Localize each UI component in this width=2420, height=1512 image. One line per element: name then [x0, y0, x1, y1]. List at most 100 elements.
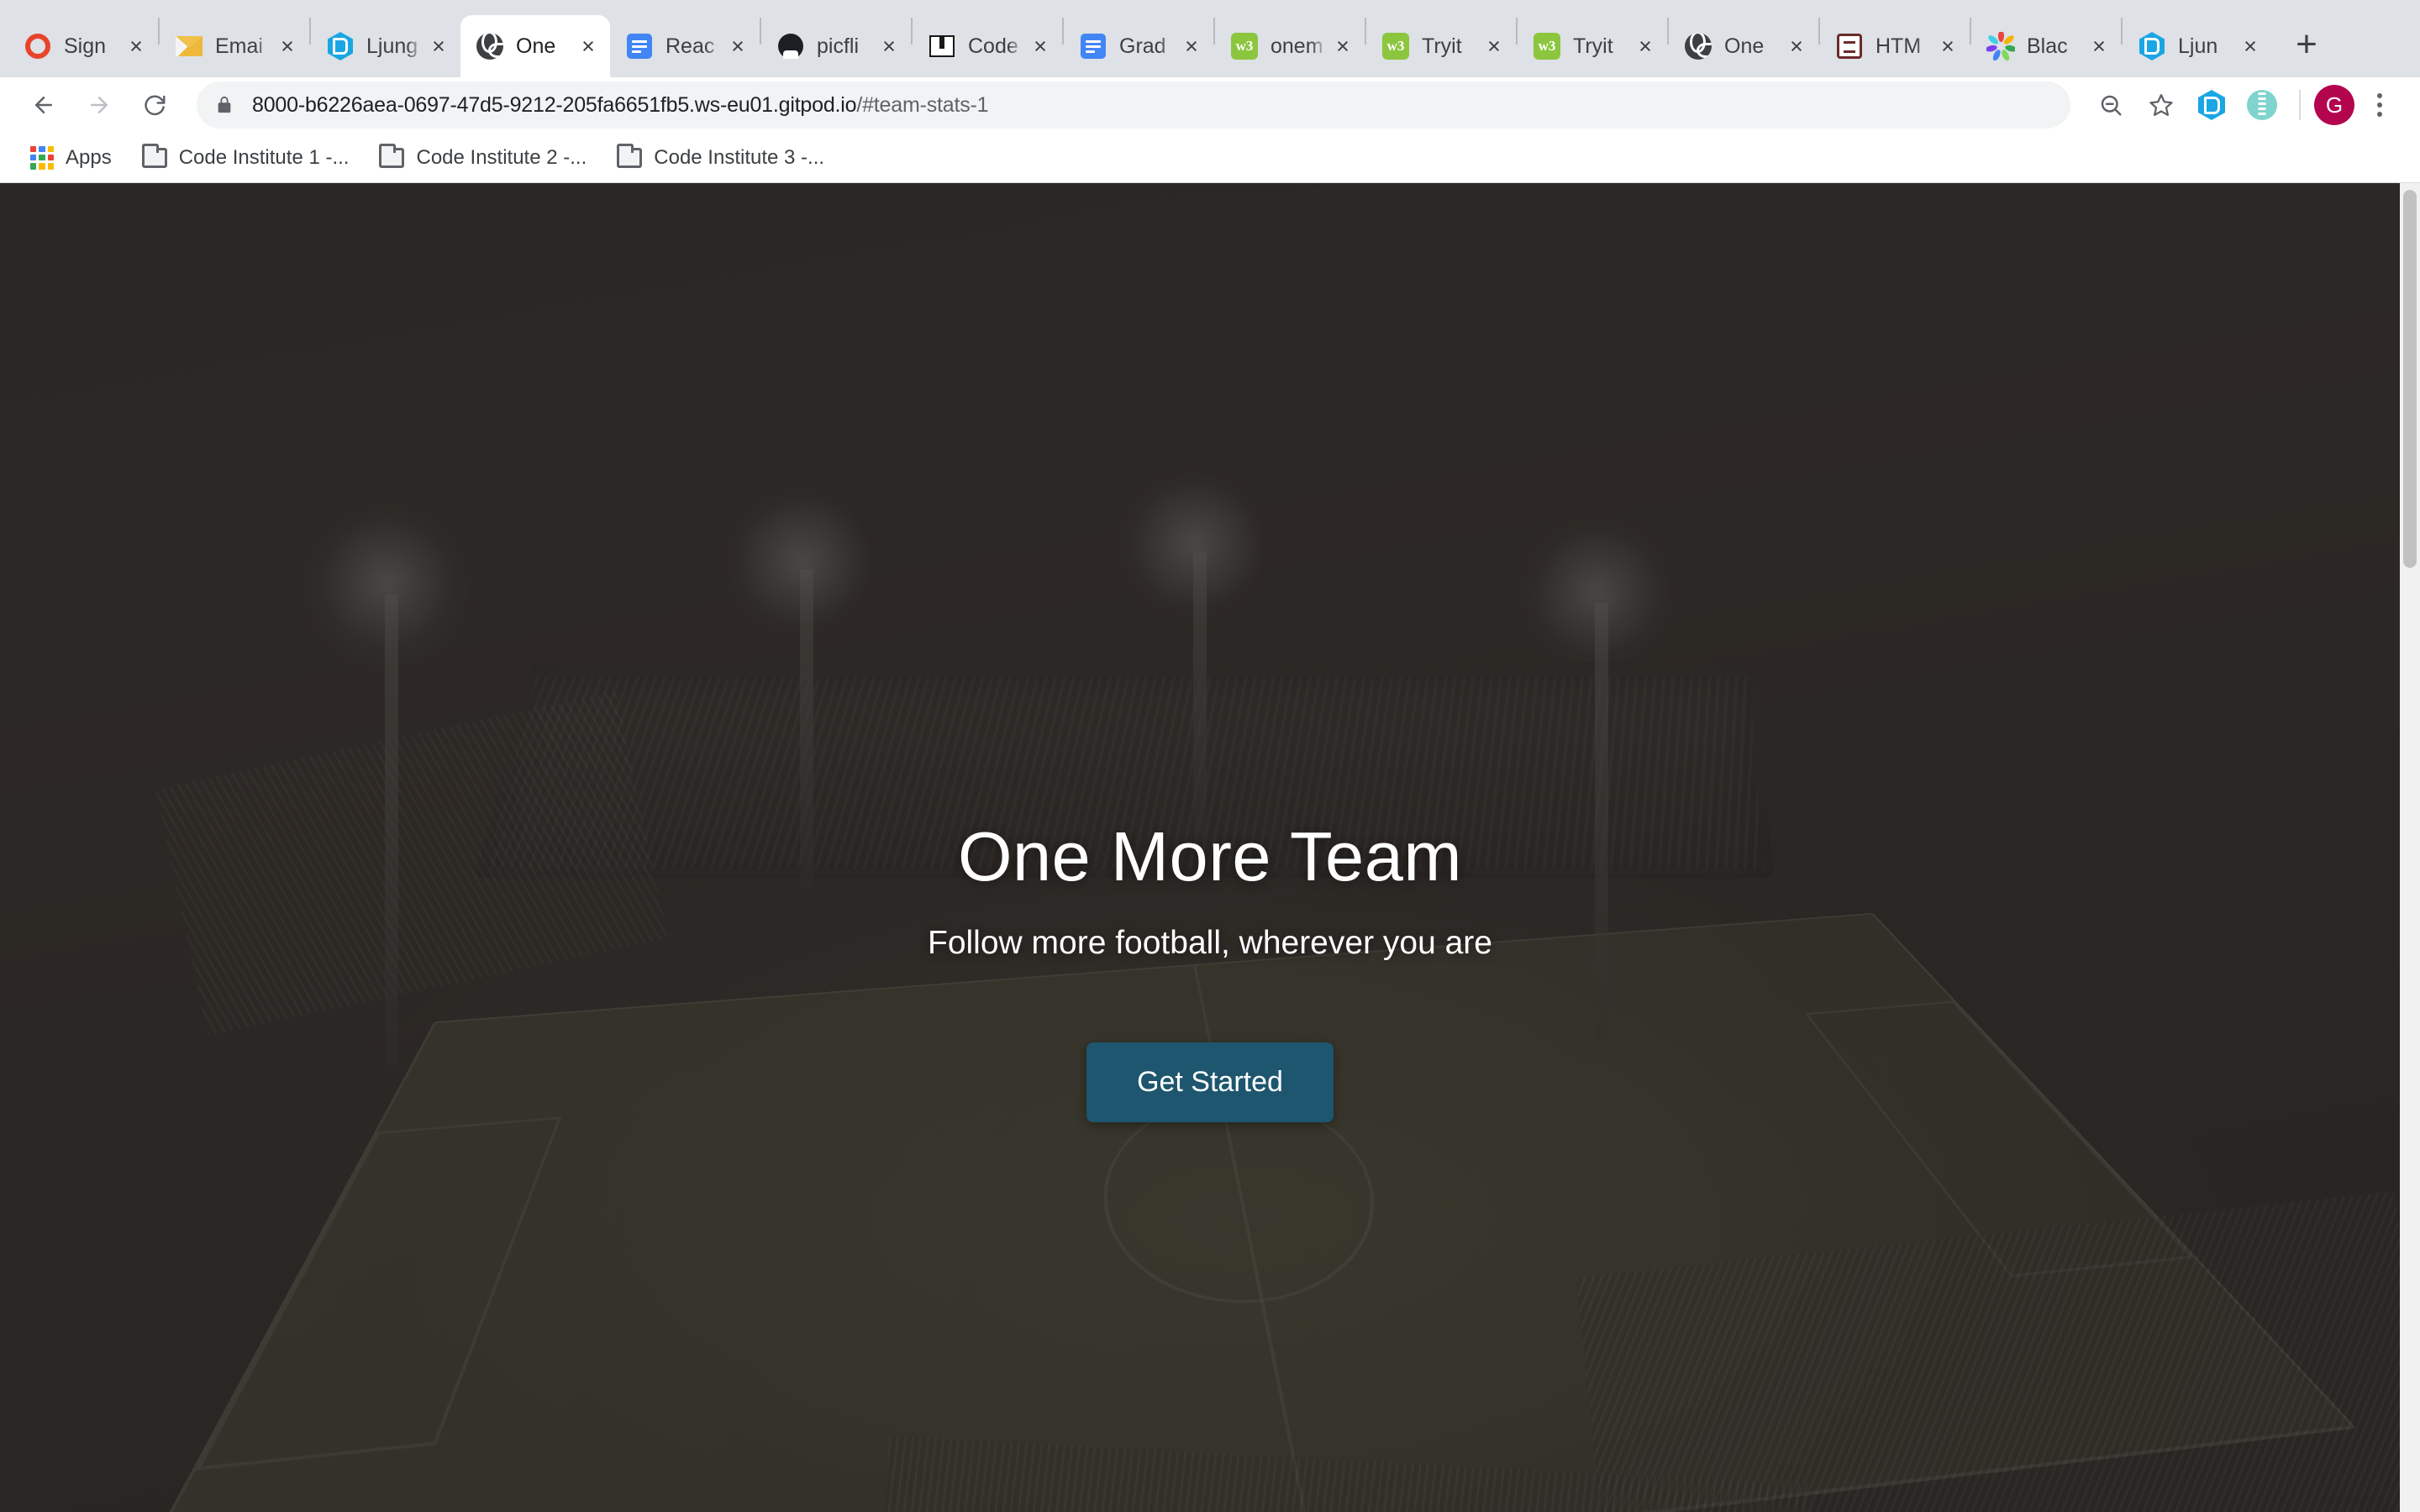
tab-title: Tryit: [1573, 34, 1630, 59]
tab-title: picfli: [817, 34, 874, 59]
bookmark-label: Code Institute 1 -...: [179, 146, 350, 170]
browser-tab[interactable]: Ljung ×: [311, 15, 460, 77]
page-scrollbar[interactable]: [2400, 183, 2420, 1512]
bookmark-label: Code Institute 2 -...: [416, 146, 587, 170]
close-icon[interactable]: ×: [573, 31, 603, 61]
get-started-button[interactable]: Get Started: [1086, 1042, 1334, 1122]
tab-title: onem: [1270, 34, 1328, 59]
bookmark-folder[interactable]: Code Institute 2 -...: [367, 139, 598, 176]
back-arrow-icon[interactable]: [18, 80, 69, 130]
tab-title: One: [516, 34, 573, 59]
page-subtitle: Follow more football, wherever you are: [928, 925, 1492, 962]
teal-extension-icon[interactable]: [2238, 81, 2286, 129]
gitpod-icon: [2138, 32, 2166, 60]
close-icon[interactable]: ×: [2235, 31, 2265, 61]
tab-title: Reac: [666, 34, 723, 59]
bookmark-folder[interactable]: Code Institute 1 -...: [130, 139, 361, 176]
w3schools-icon: w3: [1533, 32, 1561, 60]
browser-tab[interactable]: Code ×: [913, 15, 1062, 77]
bookmark-folder[interactable]: Code Institute 3 -...: [605, 139, 836, 176]
close-icon[interactable]: ×: [2084, 31, 2114, 61]
avatar[interactable]: G: [2314, 85, 2354, 125]
star-icon[interactable]: [2138, 81, 2185, 129]
folder-icon: [379, 148, 404, 168]
address-bar-url: 8000-b6226aea-0697-47d5-9212-205fa6651fb…: [252, 93, 988, 118]
scrollbar-thumb[interactable]: [2403, 190, 2417, 568]
browser-tab[interactable]: w3 Tryit ×: [1518, 15, 1667, 77]
kebab-menu-icon[interactable]: [2358, 81, 2402, 129]
close-icon[interactable]: ×: [1933, 31, 1963, 61]
google-docs-icon: [1079, 32, 1107, 60]
browser-tab[interactable]: Grad ×: [1064, 15, 1213, 77]
browser-tab[interactable]: Ljun ×: [2123, 15, 2272, 77]
close-icon[interactable]: ×: [121, 31, 151, 61]
tab-title: One: [1724, 34, 1781, 59]
browser-tab[interactable]: One ×: [1669, 15, 1818, 77]
mail-icon: [175, 32, 203, 60]
bookmark-apps[interactable]: Apps: [18, 139, 124, 176]
zoom-out-icon[interactable]: [2087, 81, 2134, 129]
w3schools-icon: w3: [1381, 32, 1410, 60]
close-icon[interactable]: ×: [1630, 31, 1660, 61]
gitpod-icon: [326, 32, 355, 60]
browser-tab[interactable]: Emai ×: [160, 15, 309, 77]
codecademy-icon: [928, 32, 956, 60]
page-title: One More Team: [958, 822, 1462, 891]
globe-icon: [476, 32, 504, 60]
folder-icon: [142, 148, 167, 168]
address-bar[interactable]: 8000-b6226aea-0697-47d5-9212-205fa6651fb…: [197, 81, 2070, 129]
google-docs-icon: [625, 32, 654, 60]
reload-icon[interactable]: [129, 80, 180, 130]
forward-arrow-icon[interactable]: [74, 80, 124, 130]
browser-tab-active[interactable]: One ×: [460, 15, 610, 77]
tab-title: Ljun: [2178, 34, 2235, 59]
tab-title: Blac: [2027, 34, 2084, 59]
lock-icon: [215, 94, 234, 116]
tab-title: Tryit: [1422, 34, 1479, 59]
browser-toolbar: 8000-b6226aea-0697-47d5-9212-205fa6651fb…: [0, 77, 2420, 133]
browser-tab[interactable]: Sign ×: [8, 15, 158, 77]
close-icon[interactable]: ×: [424, 31, 454, 61]
browser-tab[interactable]: w3 onem ×: [1215, 15, 1365, 77]
bookmarks-bar: Apps Code Institute 1 -... Code Institut…: [0, 133, 2420, 183]
browser-tab[interactable]: Blac ×: [1971, 15, 2121, 77]
bookmark-label: Apps: [66, 146, 112, 170]
url-origin: 8000-b6226aea-0697-47d5-9212-205fa6651fb…: [252, 93, 856, 117]
github-icon: [776, 32, 805, 60]
close-icon[interactable]: ×: [723, 31, 753, 61]
html-icon: [1835, 32, 1864, 60]
close-icon[interactable]: ×: [1025, 31, 1055, 61]
gitpod-extension-icon[interactable]: [2188, 81, 2235, 129]
close-icon[interactable]: ×: [1479, 31, 1509, 61]
toolbar-divider: [2299, 90, 2301, 120]
close-icon[interactable]: ×: [272, 31, 302, 61]
close-icon[interactable]: ×: [1328, 31, 1358, 61]
flower-icon: [1986, 32, 2015, 60]
close-icon[interactable]: ×: [874, 31, 904, 61]
close-icon[interactable]: ×: [1781, 31, 1812, 61]
w3schools-icon: w3: [1230, 32, 1259, 60]
new-tab-button[interactable]: +: [2281, 18, 2333, 71]
browser-tab[interactable]: Reac ×: [610, 15, 760, 77]
toolbar-actions: G: [2087, 81, 2402, 129]
tab-title: Ljung: [366, 34, 424, 59]
tab-title: Grad: [1119, 34, 1176, 59]
hero-content: One More Team Follow more football, wher…: [0, 183, 2420, 1512]
hero-section: One More Team Follow more football, wher…: [0, 183, 2420, 1512]
tab-title: Code: [968, 34, 1025, 59]
url-fragment: /#team-stats-1: [856, 93, 988, 117]
tab-title: HTM: [1876, 34, 1933, 59]
page-viewport: One More Team Follow more football, wher…: [0, 183, 2420, 1512]
browser-tab[interactable]: w3 Tryit ×: [1366, 15, 1516, 77]
tab-title: Sign: [64, 34, 121, 59]
close-icon[interactable]: ×: [1176, 31, 1207, 61]
tab-title: Emai: [215, 34, 272, 59]
browser-tab[interactable]: HTM ×: [1820, 15, 1970, 77]
browser-tab-strip: Sign × Emai × Ljung × One × Reac × picfl…: [0, 0, 2420, 77]
folder-icon: [617, 148, 642, 168]
bookmark-label: Code Institute 3 -...: [654, 146, 824, 170]
opera-icon: [24, 32, 52, 60]
browser-tab[interactable]: picfli ×: [761, 15, 911, 77]
apps-grid-icon: [30, 146, 54, 170]
globe-icon: [1684, 32, 1712, 60]
